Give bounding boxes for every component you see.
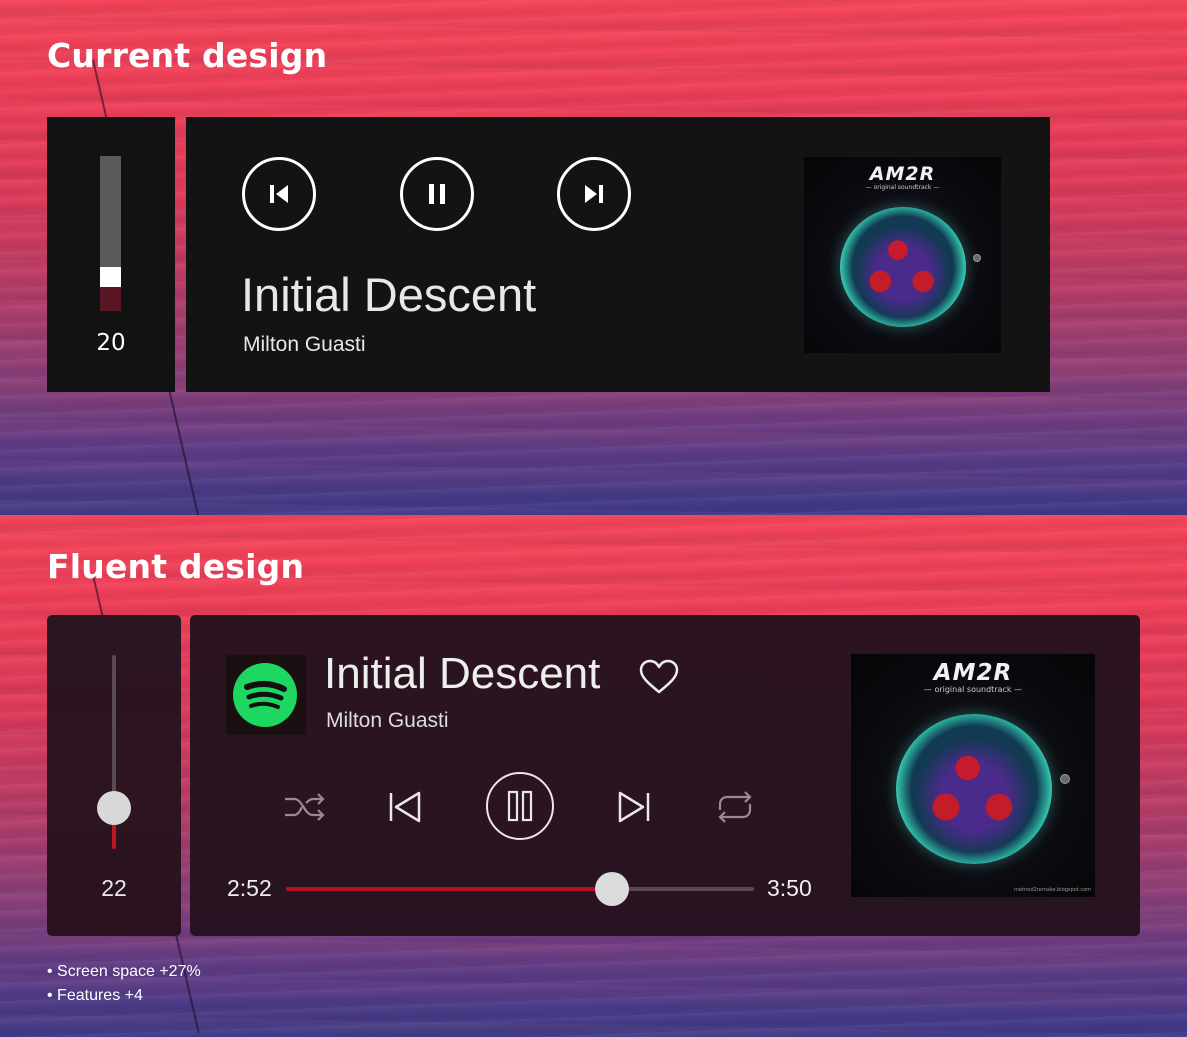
album-art: AM2R — original soundtrack — metroid2rem… (851, 654, 1095, 897)
fluent-design-panel: Fluent design 22 Initial Descent Milton … (0, 515, 1187, 1037)
album-moon (973, 254, 981, 262)
skip-previous-icon (389, 791, 421, 823)
note-screen-space: • Screen space +27% (47, 963, 201, 980)
volume-value: 22 (101, 875, 127, 901)
elapsed-time: 2:52 (227, 875, 272, 901)
shuffle-button[interactable] (279, 782, 329, 832)
total-time: 3:50 (767, 875, 812, 901)
volume-fill (100, 287, 121, 311)
volume-thumb[interactable] (97, 791, 131, 825)
repeat-button[interactable] (710, 782, 760, 832)
track-title: Initial Descent (324, 649, 601, 698)
album-orb (896, 714, 1052, 864)
note-features: • Features +4 (47, 987, 143, 1004)
source-app-button[interactable] (226, 655, 306, 735)
pause-button[interactable] (486, 772, 554, 840)
previous-button[interactable] (379, 782, 429, 832)
volume-value: 20 (96, 330, 126, 356)
album-moon (1060, 774, 1070, 784)
feature-notes: • Screen space +27% • Features +4 (47, 960, 201, 1008)
track-title: Initial Descent (241, 268, 537, 321)
progress-fill (286, 887, 612, 891)
album-logo: AM2R (869, 163, 936, 185)
album-subtitle: — original soundtrack — (923, 685, 1023, 694)
pause-button[interactable] (400, 157, 474, 231)
album-logo: AM2R (933, 660, 1013, 686)
album-website: metroid2remake.blogspot.com (1014, 887, 1091, 893)
previous-button[interactable] (242, 157, 316, 231)
volume-slider[interactable] (100, 156, 121, 311)
next-button[interactable] (557, 157, 631, 231)
track-artist: Milton Guasti (243, 333, 366, 356)
pause-icon (507, 790, 533, 822)
pause-icon (429, 184, 445, 204)
skip-previous-icon (270, 185, 288, 203)
volume-slider[interactable] (97, 655, 131, 849)
repeat-icon (718, 791, 752, 823)
section-heading: Current design (47, 36, 328, 75)
progress-thumb[interactable] (595, 872, 629, 906)
next-button[interactable] (610, 782, 660, 832)
album-art: AM2R — original soundtrack — (804, 157, 1001, 353)
volume-panel: 22 (47, 615, 181, 936)
album-orb (840, 207, 966, 327)
skip-next-icon (585, 185, 603, 203)
skip-next-icon (618, 791, 650, 823)
media-controls-panel: Initial Descent Milton Guasti 2:52 3:50 … (190, 615, 1140, 936)
album-subtitle: — original soundtrack — (865, 184, 940, 191)
media-controls-panel: Initial Descent Milton Guasti AM2R — ori… (186, 117, 1050, 392)
section-heading: Fluent design (47, 547, 305, 586)
shuffle-icon (285, 793, 325, 821)
progress-slider[interactable] (286, 872, 754, 906)
volume-thumb[interactable] (100, 267, 121, 287)
heart-icon[interactable] (638, 658, 680, 696)
current-design-panel: Current design 20 Initial Descent Milton… (0, 0, 1187, 515)
track-artist: Milton Guasti (326, 709, 449, 732)
volume-panel: 20 (47, 117, 175, 392)
spotify-icon (233, 663, 297, 727)
